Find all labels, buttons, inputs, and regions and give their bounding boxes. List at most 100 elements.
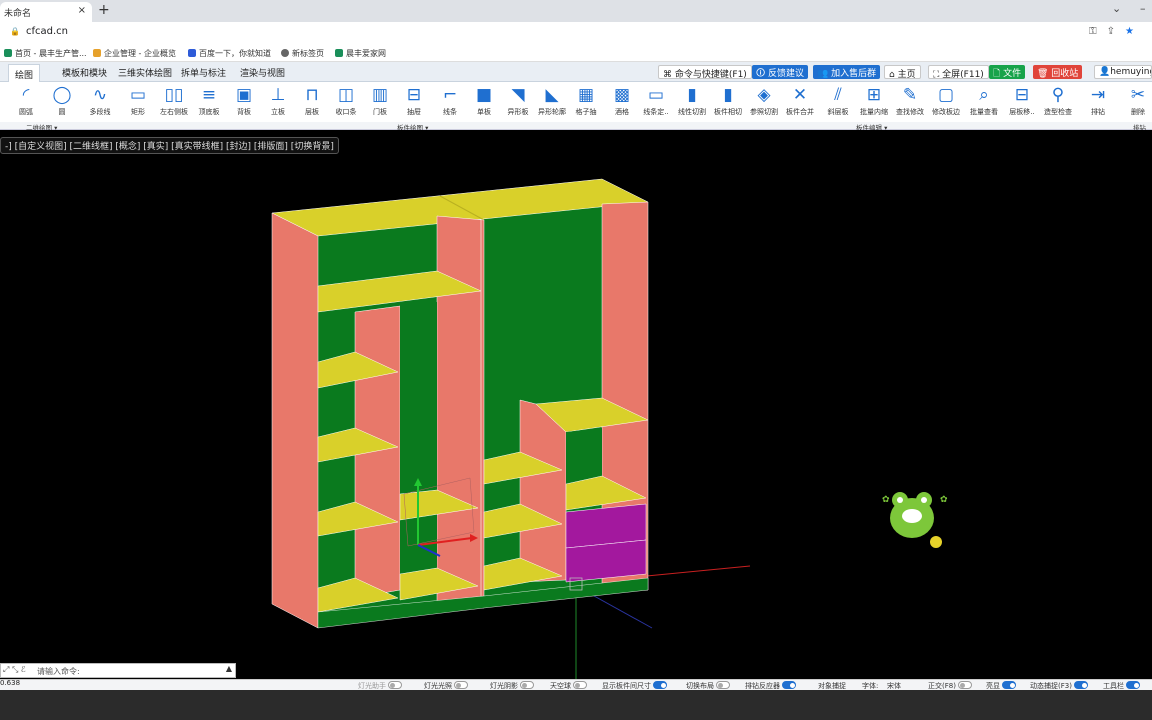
home-button[interactable]: ⌂ 主页 xyxy=(884,65,921,80)
bookmark-item[interactable]: 新标签页 xyxy=(281,48,324,59)
tool-30[interactable]: ⚲ 造型检查 xyxy=(1040,82,1076,122)
inner-side-panel[interactable] xyxy=(519,399,567,583)
expand-icon[interactable]: ⤢ ⤡ ℰ xyxy=(3,665,26,675)
tool-15[interactable]: ◥ 异形板 xyxy=(500,82,536,122)
wardrobe-model[interactable] xyxy=(271,178,649,629)
tool-8[interactable]: ⊥ 立板 xyxy=(260,82,296,122)
file-button[interactable]: 🗋 文件 xyxy=(989,65,1026,79)
tool-21[interactable]: ▮ 板件相切 xyxy=(710,82,746,122)
command-line[interactable]: ⤢ ⤡ ℰ 请输入命令: ▲ xyxy=(0,663,236,678)
tool-11[interactable]: ▥ 门板 xyxy=(362,82,398,122)
tool-3[interactable]: ∿ 多段线 xyxy=(82,82,118,122)
tool-label: 左右侧板 xyxy=(160,108,188,116)
tab-3d-drawing[interactable]: 三维实体绘图 xyxy=(118,66,172,79)
toggle-switch[interactable] xyxy=(782,681,796,689)
toggle-switch[interactable] xyxy=(716,681,730,689)
tool-label: 立板 xyxy=(271,108,285,116)
tool-20[interactable]: ▮ 线性切割 xyxy=(674,82,710,122)
tool-28[interactable]: ⌕ 批量查看 xyxy=(966,82,1002,122)
status-bar: 灯光助手 灯光光照 灯光阴影 天空球 显示板件间尺寸 切换布局 排钻反应器 对象捕捉 字体: 宋体… xyxy=(0,679,1152,690)
browser-tab[interactable]: 未命名 × xyxy=(0,2,92,22)
tool-label: 板件合并 xyxy=(786,108,814,116)
close-icon[interactable]: × xyxy=(78,5,86,16)
toggle-switch[interactable] xyxy=(1073,681,1088,689)
recycle-bin-button[interactable]: 🗑 回收站 xyxy=(1033,65,1083,79)
url-text: cfcad.cn xyxy=(25,26,68,37)
toggle-switch[interactable] xyxy=(1002,681,1016,689)
tool-label: 排钻 xyxy=(1091,108,1105,116)
tool-16[interactable]: ◣ 异形轮廓 xyxy=(534,82,570,122)
toggle-switch[interactable] xyxy=(454,681,468,689)
left-side-panel[interactable] xyxy=(271,212,319,629)
tool-4[interactable]: ▭ 矩形 xyxy=(120,82,156,122)
url-field[interactable]: 🔒 cfcad.cn xyxy=(10,26,68,37)
chevron-up-icon[interactable]: ▲ xyxy=(226,664,232,673)
toggle-switch[interactable] xyxy=(653,681,667,689)
toggle-switch[interactable] xyxy=(573,681,587,689)
toggle-switch[interactable] xyxy=(1126,681,1140,689)
tool-10[interactable]: ◫ 收口条 xyxy=(328,82,364,122)
user-button[interactable]: 👤hemuying xyxy=(1094,65,1152,79)
bookmark-item[interactable]: 首页 - 晨丰生产管... xyxy=(4,48,87,59)
3d-viewport[interactable]: ✿ ✿ xyxy=(0,130,1152,680)
tool-26[interactable]: ✎ 查找修改 xyxy=(892,82,928,122)
tool-19[interactable]: ▭ 线条定.. xyxy=(638,82,674,122)
tool-5[interactable]: ▯▯ 左右侧板 xyxy=(156,82,192,122)
tool-icon: ⊞ xyxy=(866,85,882,105)
tool-2[interactable]: ◯ 圆 xyxy=(44,82,80,122)
tool-icon: ⊟ xyxy=(1014,85,1030,105)
share-icon[interactable]: ⇪ xyxy=(1107,26,1125,37)
tool-7[interactable]: ▣ 背板 xyxy=(226,82,262,122)
tool-22[interactable]: ◈ 参照切割 xyxy=(746,82,782,122)
toggle-switch[interactable] xyxy=(388,681,402,689)
tool-14[interactable]: ■ 单板 xyxy=(466,82,502,122)
tool-29[interactable]: ⊟ 层板移.. xyxy=(1004,82,1040,122)
key-icon[interactable]: ⚿ xyxy=(1089,26,1107,37)
status-label: 显示板件间尺寸 xyxy=(602,682,651,690)
bookmark-item[interactable]: 百度一下，你就知道 xyxy=(188,48,271,59)
tab-templates[interactable]: 模板和模块 xyxy=(62,66,107,79)
tool-13[interactable]: ⌐ 线条 xyxy=(432,82,468,122)
tool-6[interactable]: ≡ 顶底板 xyxy=(191,82,227,122)
address-actions: ⚿⇪★ xyxy=(1089,26,1144,37)
tool-27[interactable]: ▢ 修改板边 xyxy=(928,82,964,122)
tool-12[interactable]: ⊟ 抽屉 xyxy=(396,82,432,122)
tool-9[interactable]: ⊓ 层板 xyxy=(294,82,330,122)
tool-label: 圆弧 xyxy=(19,108,33,116)
tool-1[interactable]: ◜ 圆弧 xyxy=(8,82,44,122)
commands-button[interactable]: ⌘ 命令与快捷键(F1) xyxy=(658,65,752,80)
toggle-switch[interactable] xyxy=(520,681,534,689)
minimize-icon[interactable]: – xyxy=(1140,2,1146,15)
tab-split-annotate[interactable]: 拆单与标注 xyxy=(181,66,226,79)
view-mode-bar[interactable]: -] [自定义视图] [二维线框] [概念] [真实] [真实带线框] [封边]… xyxy=(0,137,339,154)
tool-icon: ◯ xyxy=(52,85,72,105)
toggle-switch[interactable] xyxy=(957,681,972,689)
tab-render-view[interactable]: 渲染与视图 xyxy=(240,66,285,79)
chevron-down-icon[interactable]: ⌄ xyxy=(1112,2,1121,15)
tool-31[interactable]: ⇥ 排钻 xyxy=(1080,82,1116,122)
aftersales-button[interactable]: 👥 加入售后群 xyxy=(813,65,881,79)
tool-label: 背板 xyxy=(237,108,251,116)
tool-18[interactable]: ▩ 酒格 xyxy=(604,82,640,122)
fullscreen-button[interactable]: ⛶ 全屏(F11) xyxy=(928,65,989,80)
command-input[interactable]: 请输入命令: xyxy=(37,666,80,677)
tool-32[interactable]: ✂ 删除 xyxy=(1120,82,1152,122)
tool-icon: ✎ xyxy=(902,85,918,105)
tool-17[interactable]: ▦ 格子抽 xyxy=(568,82,604,122)
status-label: 亮显 xyxy=(986,682,1000,690)
tool-24[interactable]: ⫽ 斜层板 xyxy=(820,82,856,122)
bookmark-item[interactable]: 企业管理 - 企业概览 xyxy=(93,48,176,59)
status-label: 排钻反应器 xyxy=(745,682,780,690)
bookmark-item[interactable]: 晨丰爱家网 xyxy=(335,48,386,59)
tab-drawing[interactable]: 绘图 xyxy=(8,64,41,84)
status-label: 字体: xyxy=(862,682,879,690)
feedback-button[interactable]: 🛈 反馈建议 xyxy=(752,65,809,79)
svg-text:✿: ✿ xyxy=(940,495,948,505)
tool-23[interactable]: ✕ 板件合并 xyxy=(782,82,818,122)
tool-label: 板件相切 xyxy=(714,108,742,116)
star-icon[interactable]: ★ xyxy=(1125,26,1144,37)
tool-25[interactable]: ⊞ 批量内缩 xyxy=(856,82,892,122)
bottom-band xyxy=(0,690,1152,720)
tool-label: 批量内缩 xyxy=(860,108,888,116)
new-tab-button[interactable]: + xyxy=(98,2,110,18)
